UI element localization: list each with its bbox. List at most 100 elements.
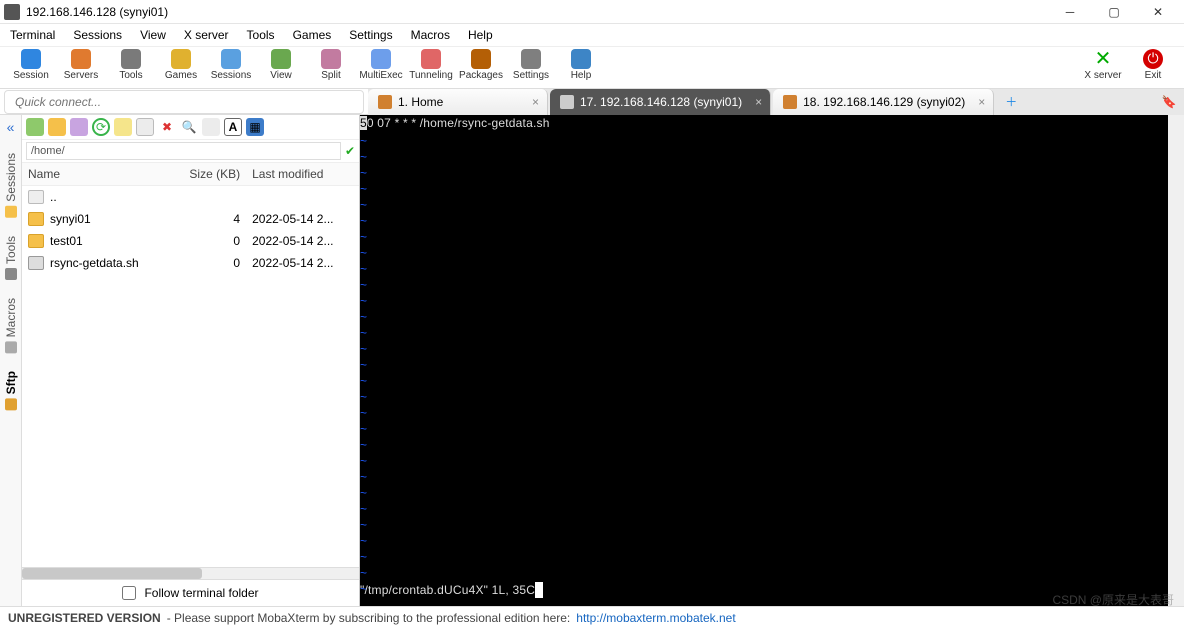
tab-label: 1. Home: [398, 95, 443, 109]
path-input[interactable]: [26, 142, 341, 160]
tools-icon: [121, 49, 141, 69]
sftp-hscrollbar[interactable]: [22, 567, 359, 579]
file-table: Name Size (KB) Last modified ..synyi0142…: [22, 163, 359, 567]
folder-icon: [28, 212, 44, 226]
new-tab-button[interactable]: ＋: [996, 89, 1026, 115]
terminal-gutter: ~~~~~~~~~~~~~~~~~~~~~~~~~~~~~: [360, 133, 372, 582]
collapse-sidebar-button[interactable]: «: [7, 119, 15, 135]
tab-close-icon[interactable]: ×: [755, 95, 762, 109]
games-icon: [171, 49, 191, 69]
tool-session[interactable]: Session: [6, 49, 56, 87]
xserver-button[interactable]: ✕ X server: [1078, 49, 1128, 87]
file-modified: 2022-05-14 2...: [246, 208, 359, 230]
tool-games[interactable]: Games: [156, 49, 206, 87]
close-button[interactable]: ✕: [1136, 0, 1180, 24]
statusbar: UNREGISTERED VERSION - Please support Mo…: [0, 606, 1184, 628]
menu-settings[interactable]: Settings: [349, 28, 392, 42]
file-icon: [28, 190, 44, 204]
follow-terminal-checkbox[interactable]: [122, 586, 136, 600]
tab[interactable]: 1. Home ×: [368, 89, 548, 115]
sftp-panel: ⟳ ✖ 🔍 A ▦ ✔ Name Size (KB) Last modified…: [22, 115, 360, 606]
tab-icon: [783, 95, 797, 109]
menu-tools[interactable]: Tools: [247, 28, 275, 42]
help-icon: [571, 49, 591, 69]
text-mode-icon[interactable]: A: [224, 118, 242, 136]
globe-icon: [5, 398, 17, 410]
new-folder-icon[interactable]: [114, 118, 132, 136]
tab[interactable]: 18. 192.168.146.129 (synyi02) ×: [773, 89, 994, 115]
tab-label: 18. 192.168.146.129 (synyi02): [803, 95, 965, 109]
tool-tools[interactable]: Tools: [106, 49, 156, 87]
tool-settings[interactable]: Settings: [506, 49, 556, 87]
bookmark-icon[interactable]: 🔖: [1154, 89, 1184, 115]
split-icon: [321, 49, 341, 69]
status-link[interactable]: http://mobaxterm.mobatek.net: [576, 611, 735, 625]
table-row[interactable]: ..: [22, 186, 359, 209]
tool-sessions[interactable]: Sessions: [206, 49, 256, 87]
delete-icon[interactable]: ✖: [158, 118, 176, 136]
upload-icon[interactable]: [48, 118, 66, 136]
tool-tunneling[interactable]: Tunneling: [406, 49, 456, 87]
table-row[interactable]: rsync-getdata.sh02022-05-14 2...: [22, 252, 359, 274]
tool-packages[interactable]: Packages: [456, 49, 506, 87]
tool-help[interactable]: Help: [556, 49, 606, 87]
sidetab-sftp[interactable]: Sftp: [4, 371, 18, 410]
file-modified: [246, 186, 359, 209]
tool-view[interactable]: View: [256, 49, 306, 87]
search-icon[interactable]: 🔍: [180, 118, 198, 136]
tool-multiexec[interactable]: MultiExec: [356, 49, 406, 87]
file-name: test01: [50, 234, 83, 248]
sidetab-sessions[interactable]: Sessions: [4, 153, 18, 218]
settings-icon: [521, 49, 541, 69]
tool-split[interactable]: Split: [306, 49, 356, 87]
col-name[interactable]: Name: [22, 163, 170, 186]
refresh-icon[interactable]: ⟳: [92, 118, 110, 136]
exit-button[interactable]: ⏻ Exit: [1128, 49, 1178, 87]
menu-terminal[interactable]: Terminal: [10, 28, 55, 42]
tab-icon: [560, 95, 574, 109]
tab-icon: [378, 95, 392, 109]
view-icon: [271, 49, 291, 69]
quick-row: 1. Home×17. 192.168.146.128 (synyi01)×18…: [0, 89, 1184, 115]
power-icon: ⏻: [1143, 49, 1163, 69]
col-size[interactable]: Size (KB): [170, 163, 246, 186]
file-modified: 2022-05-14 2...: [246, 252, 359, 274]
terminal-line-1: 550 07 * * * /home/rsync-getdata.sh0 07 …: [360, 115, 1184, 131]
new-file-icon[interactable]: [136, 118, 154, 136]
terminal-scrollbar[interactable]: [1168, 115, 1184, 606]
tab[interactable]: 17. 192.168.146.128 (synyi01)×: [550, 89, 771, 115]
menu-xserver[interactable]: X server: [184, 28, 229, 42]
table-row[interactable]: synyi0142022-05-14 2...: [22, 208, 359, 230]
tool-servers[interactable]: Servers: [56, 49, 106, 87]
terminal[interactable]: 550 07 * * * /home/rsync-getdata.sh0 07 …: [360, 115, 1184, 606]
watermark: CSDN @原来是大表哥: [1052, 591, 1174, 608]
sidetab-macros[interactable]: Macros: [4, 298, 18, 353]
tab-close-icon[interactable]: ×: [978, 95, 985, 109]
menu-help[interactable]: Help: [468, 28, 493, 42]
minimize-button[interactable]: ─: [1048, 0, 1092, 24]
details-view-icon[interactable]: ▦: [246, 118, 264, 136]
col-modified[interactable]: Last modified: [246, 163, 359, 186]
menu-macros[interactable]: Macros: [411, 28, 450, 42]
follow-terminal-label: Follow terminal folder: [144, 586, 258, 600]
download-icon[interactable]: [26, 118, 44, 136]
menu-view[interactable]: View: [140, 28, 166, 42]
star-icon: [5, 206, 17, 218]
folder-icon: [28, 234, 44, 248]
main-area: « Sessions Tools Macros Sftp ⟳ ✖ 🔍 A ▦ ✔: [0, 115, 1184, 606]
menubar: Terminal Sessions View X server Tools Ga…: [0, 24, 1184, 47]
table-row[interactable]: test0102022-05-14 2...: [22, 230, 359, 252]
sidetab-tools[interactable]: Tools: [4, 236, 18, 280]
maximize-button[interactable]: ▢: [1092, 0, 1136, 24]
quick-connect-input[interactable]: [4, 90, 364, 114]
servers-icon: [71, 49, 91, 69]
file-name: synyi01: [50, 212, 91, 226]
tab-close-icon[interactable]: ×: [532, 95, 539, 109]
menu-games[interactable]: Games: [293, 28, 332, 42]
menu-sessions[interactable]: Sessions: [73, 28, 122, 42]
status-message: - Please support MobaXterm by subscribin…: [167, 611, 571, 625]
home-icon[interactable]: [70, 118, 88, 136]
file-name: rsync-getdata.sh: [50, 256, 139, 270]
properties-icon[interactable]: [202, 118, 220, 136]
exit-label: Exit: [1145, 70, 1162, 81]
